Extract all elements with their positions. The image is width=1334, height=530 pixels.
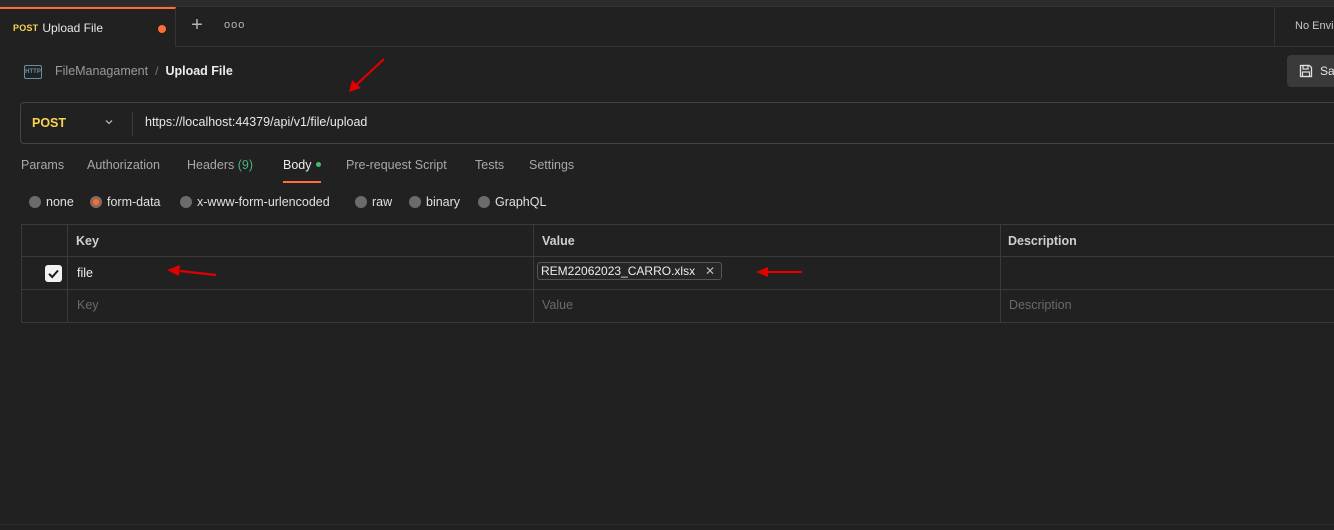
annotation-arrow [349, 58, 385, 92]
annotation-arrow [167, 265, 217, 277]
annotation-arrow [756, 267, 802, 277]
annotation-arrows [167, 58, 802, 277]
